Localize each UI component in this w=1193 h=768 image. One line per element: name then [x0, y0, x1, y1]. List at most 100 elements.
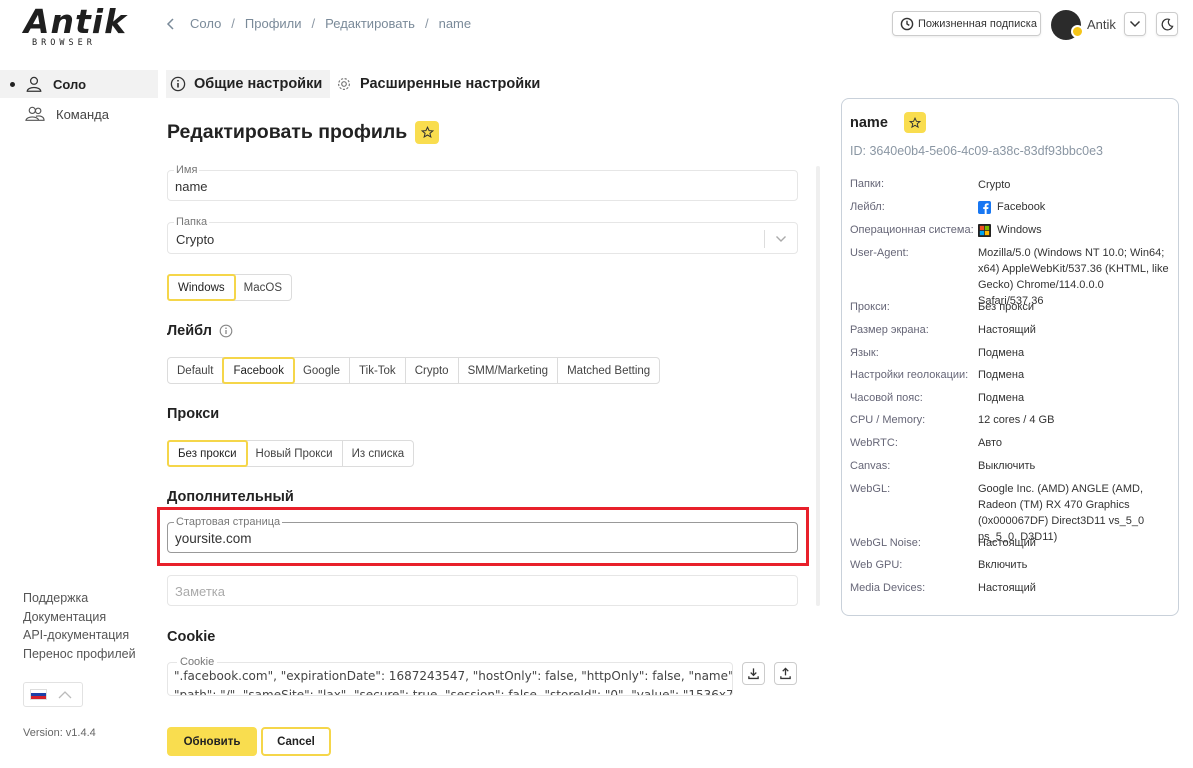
breadcrumb-edit[interactable]: Редактировать: [325, 16, 415, 31]
upload-icon: [780, 667, 791, 680]
start-page-value: yoursite.com: [175, 531, 252, 546]
proxy-option-list[interactable]: Из списка: [343, 441, 414, 466]
cancel-button[interactable]: Cancel: [261, 727, 331, 756]
gear-icon: [337, 77, 351, 91]
panel-row-value: Выключить: [978, 460, 1036, 472]
note-input[interactable]: Заметка: [167, 575, 798, 606]
windows-icon: [978, 223, 991, 237]
panel-favorite-badge[interactable]: [903, 112, 926, 133]
sidebar-item-solo[interactable]: Соло: [0, 70, 158, 98]
cookie-label: Cookie: [177, 656, 218, 669]
download-icon: [748, 668, 759, 680]
support-link[interactable]: Поддержка: [23, 589, 136, 608]
panel-row-value: Подмена: [978, 392, 1025, 404]
cookie-textarea[interactable]: ".facebook.com", "expirationDate": 16872…: [167, 662, 733, 696]
panel-row-value-label: Facebook: [978, 199, 1170, 215]
label-option-crypto[interactable]: Crypto: [406, 358, 459, 383]
sidebar-item-team[interactable]: Команда: [24, 104, 109, 124]
folder-select[interactable]: Папка Crypto: [167, 216, 798, 254]
page-title: Редактировать профиль: [167, 121, 408, 143]
panel-row-key: Язык:: [850, 347, 879, 359]
proxy-selector: Без прокси Новый Прокси Из списка: [167, 440, 415, 467]
note-placeholder: Заметка: [175, 584, 225, 599]
star-icon: [908, 116, 921, 128]
russia-flag-icon: [30, 689, 47, 700]
panel-row-value: Настоящий: [978, 582, 1036, 594]
sidebar-item-label: Соло: [53, 76, 87, 92]
language-selector[interactable]: [23, 682, 83, 707]
cookie-import-button[interactable]: [742, 662, 765, 685]
update-button[interactable]: Обновить: [167, 727, 257, 756]
panel-row-value-os: Windows: [978, 222, 1170, 238]
panel-row-key: Web GPU:: [850, 559, 903, 571]
user-name: Antik: [1087, 17, 1116, 32]
api-docs-link[interactable]: API-документация: [23, 626, 136, 645]
label-selector: Default Facebook Google Tik-Tok Crypto S…: [167, 357, 661, 384]
os-windows-option[interactable]: Windows: [167, 274, 236, 301]
chevron-down-icon: [776, 236, 786, 242]
breadcrumb-solo[interactable]: Соло: [190, 16, 221, 31]
breadcrumb-current: name: [438, 16, 472, 31]
folder-label: Папка: [174, 216, 210, 229]
footer-links: Поддержка Документация API-документация …: [23, 589, 136, 663]
proxy-option-new[interactable]: Новый Прокси: [247, 441, 343, 466]
label-option-betting[interactable]: Matched Betting: [558, 358, 659, 383]
star-badge-icon: [1071, 25, 1084, 38]
label-option-default[interactable]: Default: [168, 358, 224, 383]
sidebar-item-label: Команда: [56, 106, 109, 122]
panel-row-key: User-Agent:: [850, 247, 909, 259]
panel-row-key: WebRTC:: [850, 437, 898, 449]
label-option-smm[interactable]: SMM/Marketing: [459, 358, 559, 383]
subscription-button[interactable]: Пожизненная подписка: [892, 11, 1041, 36]
label-option-tiktok[interactable]: Tik-Tok: [350, 358, 406, 383]
proxy-option-none[interactable]: Без прокси: [167, 440, 248, 467]
tab-label: Общие настройки: [194, 76, 323, 92]
subscription-label: Пожизненная подписка: [918, 17, 1037, 30]
panel-row-value: 12 cores / 4 GB: [978, 414, 1055, 426]
panel-row-key: WebGL Noise:: [850, 537, 921, 549]
clock-icon: [900, 17, 914, 30]
theme-toggle-button[interactable]: [1156, 12, 1178, 36]
profile-transfer-link[interactable]: Перенос профилей: [23, 645, 136, 664]
panel-row-value: Без прокси: [978, 301, 1034, 313]
logo[interactable]: Antik BROWSER: [24, 5, 134, 48]
proxy-section-title: Прокси: [167, 406, 220, 422]
panel-row-key: Настройки геолокации:: [850, 369, 969, 381]
docs-link[interactable]: Документация: [23, 608, 136, 627]
info-icon[interactable]: [219, 324, 233, 338]
panel-row-key: Лейбл:: [850, 201, 885, 213]
label-option-google[interactable]: Google: [294, 358, 351, 383]
panel-row-value: Подмена: [978, 369, 1025, 381]
tab-general-settings[interactable]: Общие настройки: [166, 70, 330, 98]
folder-value: Crypto: [176, 232, 215, 247]
user-menu-button[interactable]: [1124, 12, 1146, 36]
panel-row-key: Прокси:: [850, 301, 890, 313]
start-page-label: Стартовая страница: [174, 516, 283, 529]
moon-icon: [1161, 17, 1173, 30]
panel-profile-id: ID: 3640e0b4-5e06-4c09-a38c-83df93bbc0e3: [850, 144, 1103, 158]
chevron-left-icon[interactable]: [166, 17, 176, 31]
panel-profile-name: name: [850, 114, 888, 131]
tab-advanced-settings[interactable]: Расширенные настройки: [336, 70, 540, 98]
extra-section-title: Дополнительный: [167, 489, 294, 505]
user-icon: [26, 76, 42, 92]
name-label: Имя: [174, 164, 200, 177]
facebook-icon: [978, 200, 991, 214]
start-page-input[interactable]: Стартовая страница yoursite.com: [167, 516, 798, 553]
cookie-line-1: ".facebook.com", "expirationDate": 16872…: [174, 669, 733, 683]
panel-os-text: Windows: [997, 224, 1042, 236]
cookie-section-title: Cookie: [167, 629, 216, 645]
label-option-facebook[interactable]: Facebook: [222, 357, 295, 384]
os-selector: Windows MacOS: [167, 274, 292, 301]
cookie-line-2: "path": "/", "sameSite": "lax", "secure"…: [174, 688, 733, 696]
name-field[interactable]: Имя name: [167, 164, 798, 201]
os-macos-option[interactable]: MacOS: [235, 275, 291, 300]
panel-row-key: Операционная система:: [850, 224, 974, 236]
breadcrumb-profiles[interactable]: Профили: [245, 16, 302, 31]
favorite-toggle[interactable]: [415, 121, 440, 144]
panel-row-key: WebGL:: [850, 483, 891, 495]
panel-row-key: Canvas:: [850, 460, 891, 472]
form-scrollbar[interactable]: [816, 166, 820, 606]
cookie-export-button[interactable]: [774, 662, 797, 685]
panel-row-value: Настоящий: [978, 324, 1036, 336]
